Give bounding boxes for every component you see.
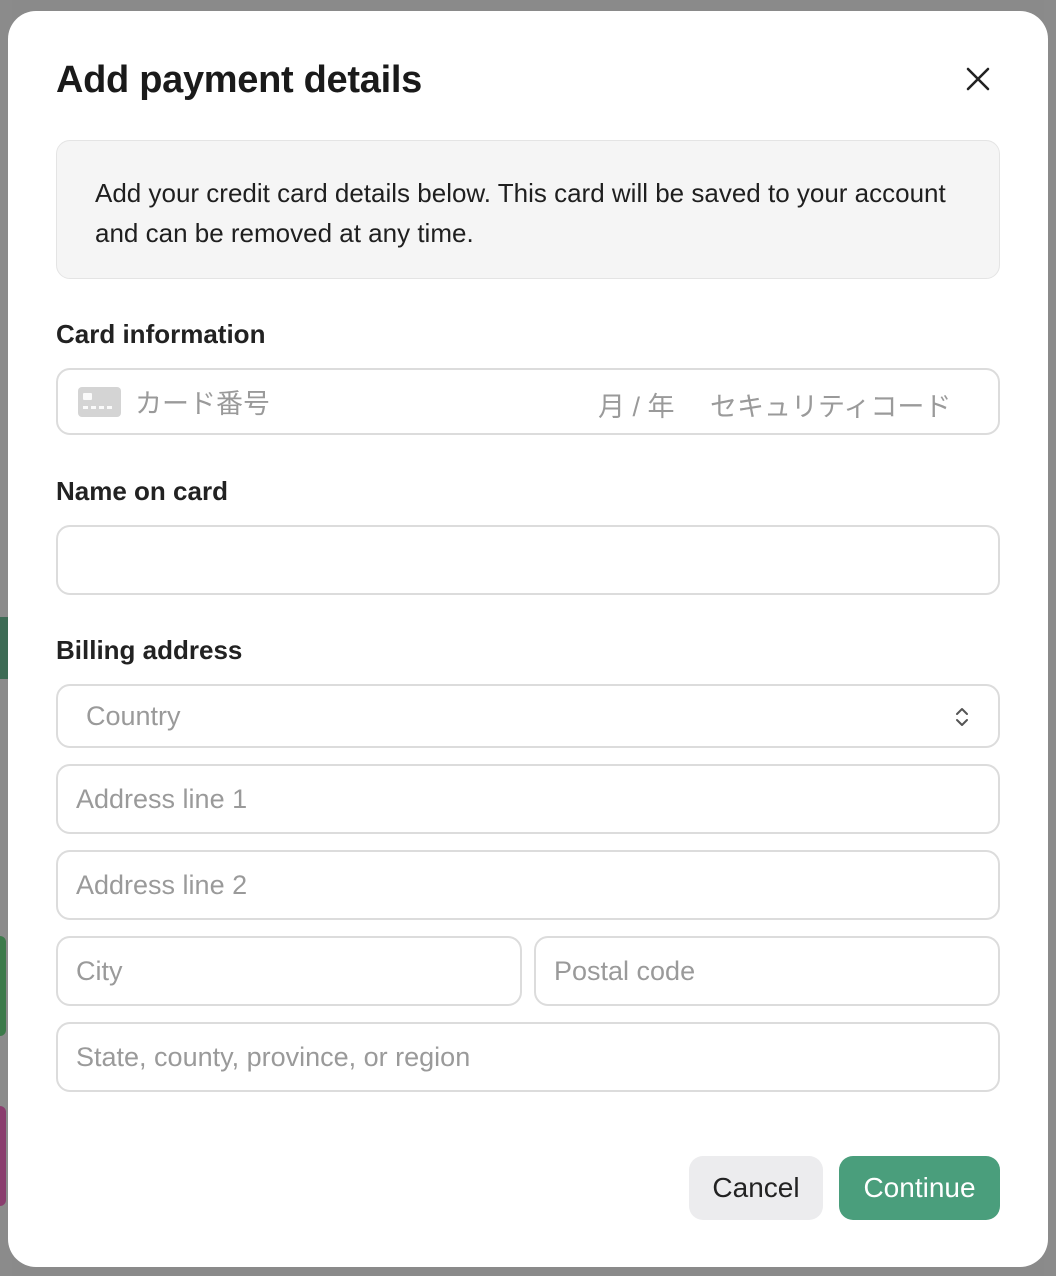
payment-details-dialog: Add payment details Add your credit card… (8, 11, 1048, 1267)
address-line2-input[interactable]: Address line 2 (56, 850, 1000, 920)
info-notice-text: Add your credit card details below. This… (95, 178, 946, 248)
chevron-up-down-icon (956, 708, 968, 726)
cancel-button[interactable]: Cancel (689, 1156, 823, 1220)
card-cvc-input[interactable]: セキュリティコード (710, 385, 951, 424)
dialog-title: Add payment details (56, 59, 422, 101)
name-on-card-label: Name on card (56, 476, 228, 506)
backdrop-purple-block (0, 1106, 6, 1206)
city-placeholder: City (76, 955, 123, 986)
name-on-card-input[interactable] (56, 525, 1000, 595)
address-line1-placeholder: Address line 1 (76, 783, 248, 814)
info-notice: Add your credit card details below. This… (56, 140, 1000, 279)
card-information-input[interactable]: カード番号 月 / 年 セキュリティコード (56, 368, 1000, 435)
address-line2-placeholder: Address line 2 (76, 869, 248, 900)
card-information-label: Card information (56, 319, 266, 349)
city-input[interactable]: City (56, 936, 522, 1006)
billing-address-label: Billing address (56, 635, 243, 665)
backdrop-green-block (0, 936, 6, 1036)
state-region-input[interactable]: State, county, province, or region (56, 1022, 1000, 1092)
card-number-input[interactable]: カード番号 (135, 382, 270, 421)
country-select-placeholder: Country (86, 700, 181, 731)
address-line1-input[interactable]: Address line 1 (56, 764, 1000, 834)
postal-code-placeholder: Postal code (554, 955, 696, 986)
backdrop-accent-strip (0, 617, 8, 679)
close-button[interactable] (958, 59, 998, 99)
credit-card-icon (78, 386, 121, 417)
close-icon (966, 67, 990, 91)
postal-code-input[interactable]: Postal code (534, 936, 1000, 1006)
country-select[interactable]: Country (56, 684, 1000, 748)
card-expiry-input[interactable]: 月 / 年 (598, 385, 675, 424)
continue-button[interactable]: Continue (839, 1156, 1000, 1220)
state-region-placeholder: State, county, province, or region (76, 1041, 471, 1072)
